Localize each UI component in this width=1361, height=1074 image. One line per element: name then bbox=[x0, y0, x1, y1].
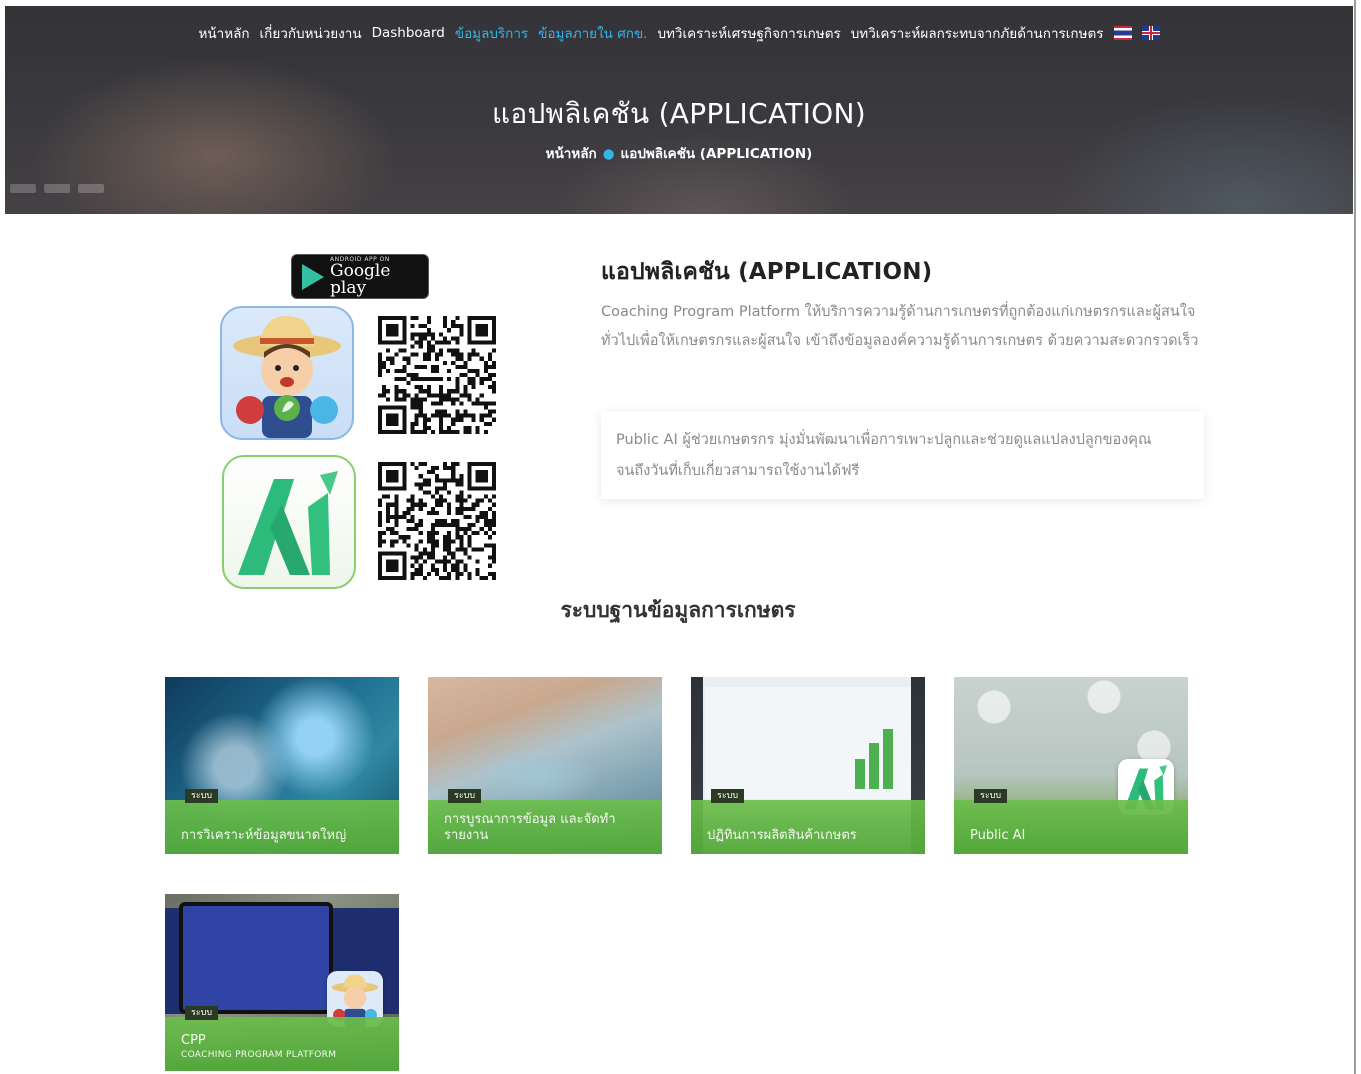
card-label: CPP COACHING PROGRAM PLATFORM bbox=[181, 1033, 387, 1061]
card-tag: ระบบ bbox=[711, 789, 745, 803]
hero-banner: หน้าหลัก เกี่ยวกับหน่วยงาน Dashboard ข้อ… bbox=[5, 6, 1353, 214]
public-ai-info-card: Public AI ผู้ช่วยเกษตรกร มุ่งมั่นพัฒนาเพ… bbox=[601, 411, 1204, 499]
public-ai-info-text: Public AI ผู้ช่วยเกษตรกร มุ่งมั่นพัฒนาเพ… bbox=[616, 432, 1152, 479]
farmer-icon bbox=[233, 316, 341, 438]
slider-dot[interactable] bbox=[10, 184, 36, 193]
nav-disaster-analysis[interactable]: บทวิเคราะห์ผลกระทบจากภัยด้านการเกษตร bbox=[851, 22, 1104, 44]
qr-code-cpp bbox=[378, 316, 496, 434]
breadcrumb-home[interactable]: หน้าหลัก bbox=[546, 146, 597, 162]
card-sublabel: COACHING PROGRAM PLATFORM bbox=[181, 1050, 337, 1060]
breadcrumb-separator: ● bbox=[602, 146, 615, 162]
thai-flag-icon[interactable] bbox=[1113, 26, 1132, 40]
card-production-calendar[interactable]: ระบบ ปฏิทินการผลิตสินค้าเกษตร bbox=[691, 677, 925, 854]
card-label: Public AI bbox=[970, 828, 1026, 843]
public-ai-app-icon[interactable] bbox=[222, 455, 356, 589]
app-description: Coaching Program Platform ให้บริการความร… bbox=[601, 304, 1199, 349]
slider-dot[interactable] bbox=[44, 184, 70, 193]
card-band bbox=[165, 800, 399, 854]
badge-big-text: Google play bbox=[330, 260, 391, 298]
card-label: ปฏิทินการผลิตสินค้าเกษตร bbox=[707, 828, 857, 843]
nav-dashboard[interactable]: Dashboard bbox=[372, 25, 445, 41]
breadcrumb-current: แอปพลิเคชัน (APPLICATION) bbox=[620, 146, 813, 162]
card-tag: ระบบ bbox=[185, 1006, 219, 1020]
tablet-image bbox=[179, 902, 333, 1014]
nav-services[interactable]: ข้อมูลบริการ bbox=[455, 22, 528, 44]
card-big-data-analysis[interactable]: ระบบ การวิเคราะห์ข้อมูลขนาดใหญ่ bbox=[165, 677, 399, 854]
ai-logo-icon bbox=[238, 471, 338, 575]
page-title: แอปพลิเคชัน (APPLICATION) bbox=[491, 97, 866, 130]
card-band bbox=[691, 800, 925, 854]
google-play-badge[interactable]: ANDROID APP ON Google play bbox=[291, 254, 429, 299]
breadcrumb: หน้าหลัก ● แอปพลิเคชัน (APPLICATION) bbox=[5, 142, 1353, 164]
card-cpp[interactable]: ระบบ CPP COACHING PROGRAM PLATFORM bbox=[165, 894, 399, 1071]
card-public-ai[interactable]: ระบบ Public AI bbox=[954, 677, 1188, 854]
google-play-icon bbox=[302, 263, 324, 290]
card-tag: ระบบ bbox=[448, 789, 482, 803]
main-nav: หน้าหลัก เกี่ยวกับหน่วยงาน Dashboard ข้อ… bbox=[5, 22, 1353, 44]
cpp-app-icon[interactable] bbox=[220, 306, 354, 440]
slider-dot[interactable] bbox=[78, 184, 104, 193]
card-data-integration[interactable]: ระบบ การบูรณาการข้อมูล และจัดทำรายงาน bbox=[428, 677, 662, 854]
qr-code-public-ai bbox=[378, 462, 496, 580]
card-label: การวิเคราะห์ข้อมูลขนาดใหญ่ bbox=[181, 828, 347, 843]
card-label: การบูรณาการข้อมูล และจัดทำรายงาน bbox=[444, 812, 616, 843]
dashboard-screen-image bbox=[705, 687, 911, 799]
nav-internal[interactable]: ข้อมูลภายใน ศกข. bbox=[538, 22, 647, 44]
card-tag: ระบบ bbox=[974, 789, 1008, 803]
card-tag: ระบบ bbox=[185, 789, 219, 803]
nav-about[interactable]: เกี่ยวกับหน่วยงาน bbox=[260, 22, 362, 44]
nav-home[interactable]: หน้าหลัก bbox=[198, 22, 249, 44]
app-heading: แอปพลิเคชัน (APPLICATION) bbox=[601, 259, 933, 285]
slider-dots bbox=[10, 184, 104, 193]
section-title: ระบบฐานข้อมูลการเกษตร bbox=[560, 598, 796, 622]
card-band bbox=[954, 800, 1188, 854]
nav-economic-analysis[interactable]: บทวิเคราะห์เศรษฐกิจการเกษตร bbox=[657, 22, 840, 44]
uk-flag-icon[interactable] bbox=[1141, 26, 1160, 40]
